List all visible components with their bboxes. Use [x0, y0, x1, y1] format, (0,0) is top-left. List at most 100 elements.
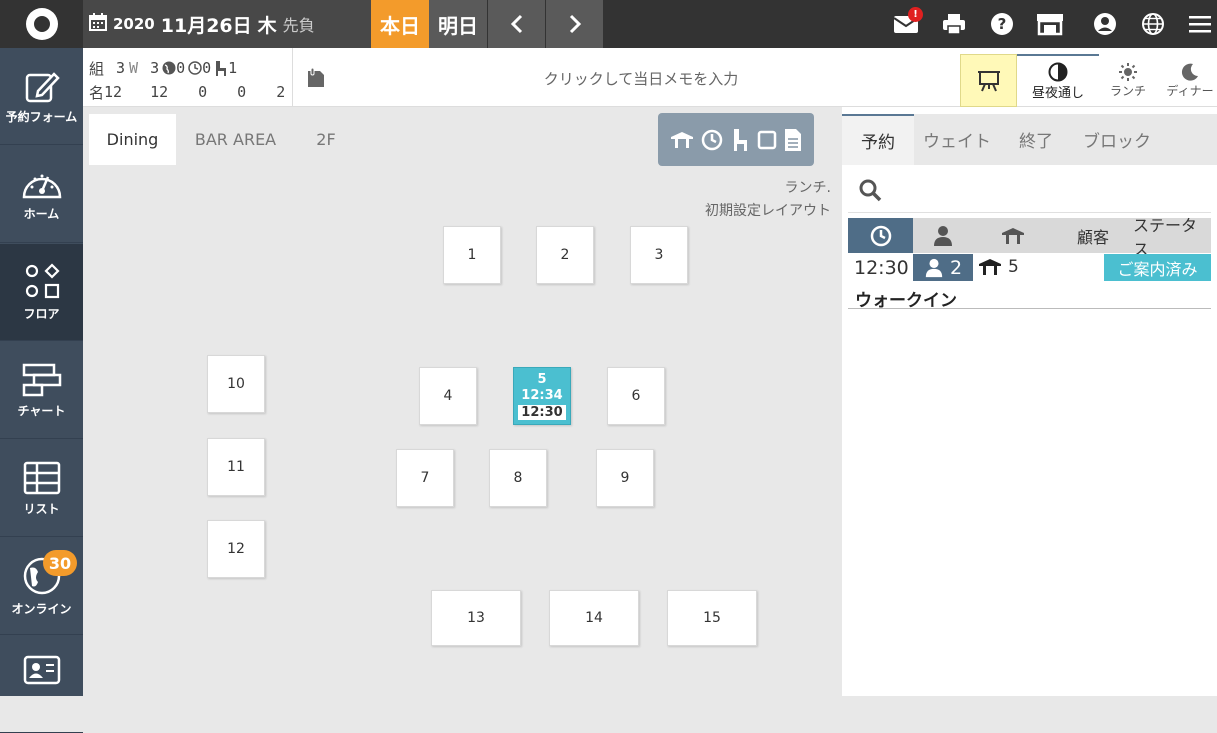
today-button[interactable]: 本日	[371, 0, 429, 48]
stats-people-total: 12	[104, 83, 123, 101]
sort-by-people[interactable]	[913, 218, 973, 253]
date-selector[interactable]: 2020 11月26日 木 先負	[83, 0, 371, 48]
layout-session: ランチ.	[784, 180, 831, 196]
floor-table-13[interactable]: 13	[431, 590, 521, 646]
status-badge[interactable]: ご案内済み	[1104, 254, 1211, 281]
table-icon	[23, 461, 60, 494]
day-memo-input[interactable]: クリックして当日メモを入力	[296, 54, 956, 102]
prev-day-button[interactable]	[488, 0, 545, 48]
top-bar: 2020 11月26日 木 先負 本日 明日 ! ?	[0, 0, 1217, 48]
floor-table-6[interactable]: 6	[607, 367, 665, 425]
stats-people-time: 0	[237, 83, 247, 101]
mail-button[interactable]: !	[882, 0, 930, 48]
sidebar-item-customers[interactable]	[0, 636, 83, 733]
store-icon	[1037, 14, 1063, 36]
stats-people-walkin: 12	[150, 83, 169, 101]
floor-table-8[interactable]: 8	[489, 449, 547, 507]
sidebar-item-label: 予約フォーム	[5, 109, 78, 124]
tab-2f[interactable]: 2F	[295, 114, 357, 165]
tab-finished[interactable]: 終了	[1000, 114, 1072, 165]
stats-groups-walkin: 3	[150, 59, 160, 77]
stats-walkin-label: W	[129, 59, 139, 77]
mail-badge: !	[908, 7, 923, 22]
moon-icon	[1181, 63, 1198, 81]
help-button[interactable]: ?	[978, 0, 1026, 48]
svg-text:?: ?	[998, 15, 1007, 33]
floor-table-3[interactable]: 3	[630, 226, 688, 284]
clock-icon	[188, 61, 202, 75]
floor-table-4[interactable]: 4	[419, 367, 477, 425]
floor-table-15[interactable]: 15	[667, 590, 757, 646]
stats-people-seat: 2	[276, 83, 286, 101]
sort-by-table[interactable]	[973, 218, 1053, 253]
sidebar-item-label: チャート	[17, 403, 66, 418]
stats-bar: 組 3 W 3 0 0 1 名 12 12 0 0 2 クリックして当日メモを入…	[83, 48, 1217, 107]
sort-by-time[interactable]	[848, 218, 913, 253]
floor-table-14[interactable]: 14	[549, 590, 639, 646]
floor-table-2[interactable]: 2	[536, 226, 594, 284]
stats-people-label: 名	[89, 83, 105, 102]
table-view-icon[interactable]	[670, 130, 694, 150]
document-view-icon[interactable]	[784, 128, 802, 152]
sort-by-customer[interactable]: 顧客	[1053, 218, 1133, 253]
floor-table-1[interactable]: 1	[443, 226, 501, 284]
chair-view-icon[interactable]	[731, 128, 749, 152]
floor-table-5[interactable]: 5 12:34 12:30	[513, 367, 571, 425]
date-weekday: 木	[257, 14, 277, 37]
table-icon	[1002, 227, 1024, 244]
tab-reservations[interactable]: 予約	[842, 114, 914, 165]
reservation-row[interactable]: 12:30 2 5 ご案内済み ウォークイン	[848, 253, 1211, 311]
sidebar-item-floor[interactable]: フロア	[0, 244, 83, 341]
mode-dinner[interactable]: ディナー	[1149, 54, 1217, 107]
tab-block[interactable]: ブロック	[1072, 114, 1162, 165]
sidebar: 予約フォーム ホーム フロア チャート リスト 30 オンライン	[0, 48, 83, 733]
next-day-button[interactable]	[546, 0, 603, 48]
clock-icon	[870, 225, 891, 246]
floor-table-11[interactable]: 11	[207, 438, 265, 496]
sidebar-item-home[interactable]: ホーム	[0, 146, 83, 243]
language-button[interactable]	[1129, 0, 1177, 48]
tab-dining[interactable]: Dining	[89, 114, 176, 165]
account-button[interactable]	[1081, 0, 1129, 48]
reservation-panel: 予約 ウェイト 終了 ブロック 顧客 ステータス 12:30 2 5 ご案内済み…	[842, 107, 1217, 696]
edit-icon	[25, 71, 60, 102]
globe-icon	[1142, 13, 1164, 35]
floor-table-10[interactable]: 10	[207, 355, 265, 413]
sidebar-item-label: リスト	[23, 501, 60, 516]
floor-plan: Dining BAR AREA 2F ランチ. 初期設定レイアウト 1 2 3 …	[83, 107, 842, 696]
customer-name: ウォークイン	[855, 291, 957, 311]
person-icon	[934, 225, 952, 246]
stats-people-web: 0	[198, 83, 208, 101]
question-icon: ?	[991, 13, 1013, 35]
tomorrow-button[interactable]: 明日	[429, 0, 487, 48]
floor-table-12[interactable]: 12	[207, 520, 265, 578]
user-circle-icon	[1094, 13, 1116, 35]
floor-table-7[interactable]: 7	[396, 449, 454, 507]
date-rokuyo: 先負	[282, 16, 315, 35]
sort-by-status[interactable]: ステータス	[1133, 216, 1211, 259]
reservation-time: 12:30	[854, 257, 909, 279]
sidebar-item-reservation-form[interactable]: 予約フォーム	[0, 48, 83, 145]
presentation-mode-button[interactable]	[960, 54, 1017, 107]
clock-view-icon[interactable]	[701, 129, 723, 151]
presentation-icon	[977, 70, 1000, 91]
app-logo[interactable]	[0, 0, 83, 48]
square-view-icon[interactable]	[757, 130, 777, 150]
sidebar-item-list[interactable]: リスト	[0, 440, 83, 537]
print-button[interactable]	[930, 0, 978, 48]
sidebar-item-chart[interactable]: チャート	[0, 342, 83, 439]
reservation-search-input[interactable]	[848, 167, 1211, 213]
floor-table-9[interactable]: 9	[596, 449, 654, 507]
chair-icon	[216, 61, 227, 76]
store-button[interactable]	[1026, 0, 1074, 48]
tab-waitlist[interactable]: ウェイト	[914, 114, 1000, 165]
hamburger-icon	[1189, 16, 1211, 33]
menu-button[interactable]	[1176, 0, 1217, 48]
sidebar-item-online[interactable]: 30 オンライン	[0, 538, 83, 635]
memo-placeholder: クリックして当日メモを入力	[543, 69, 739, 88]
tab-bar-area[interactable]: BAR AREA	[176, 114, 295, 165]
table-reservation-time: 12:30	[518, 405, 566, 420]
sidebar-item-label: フロア	[23, 306, 60, 321]
person-icon	[925, 258, 943, 277]
shapes-icon	[25, 262, 60, 298]
